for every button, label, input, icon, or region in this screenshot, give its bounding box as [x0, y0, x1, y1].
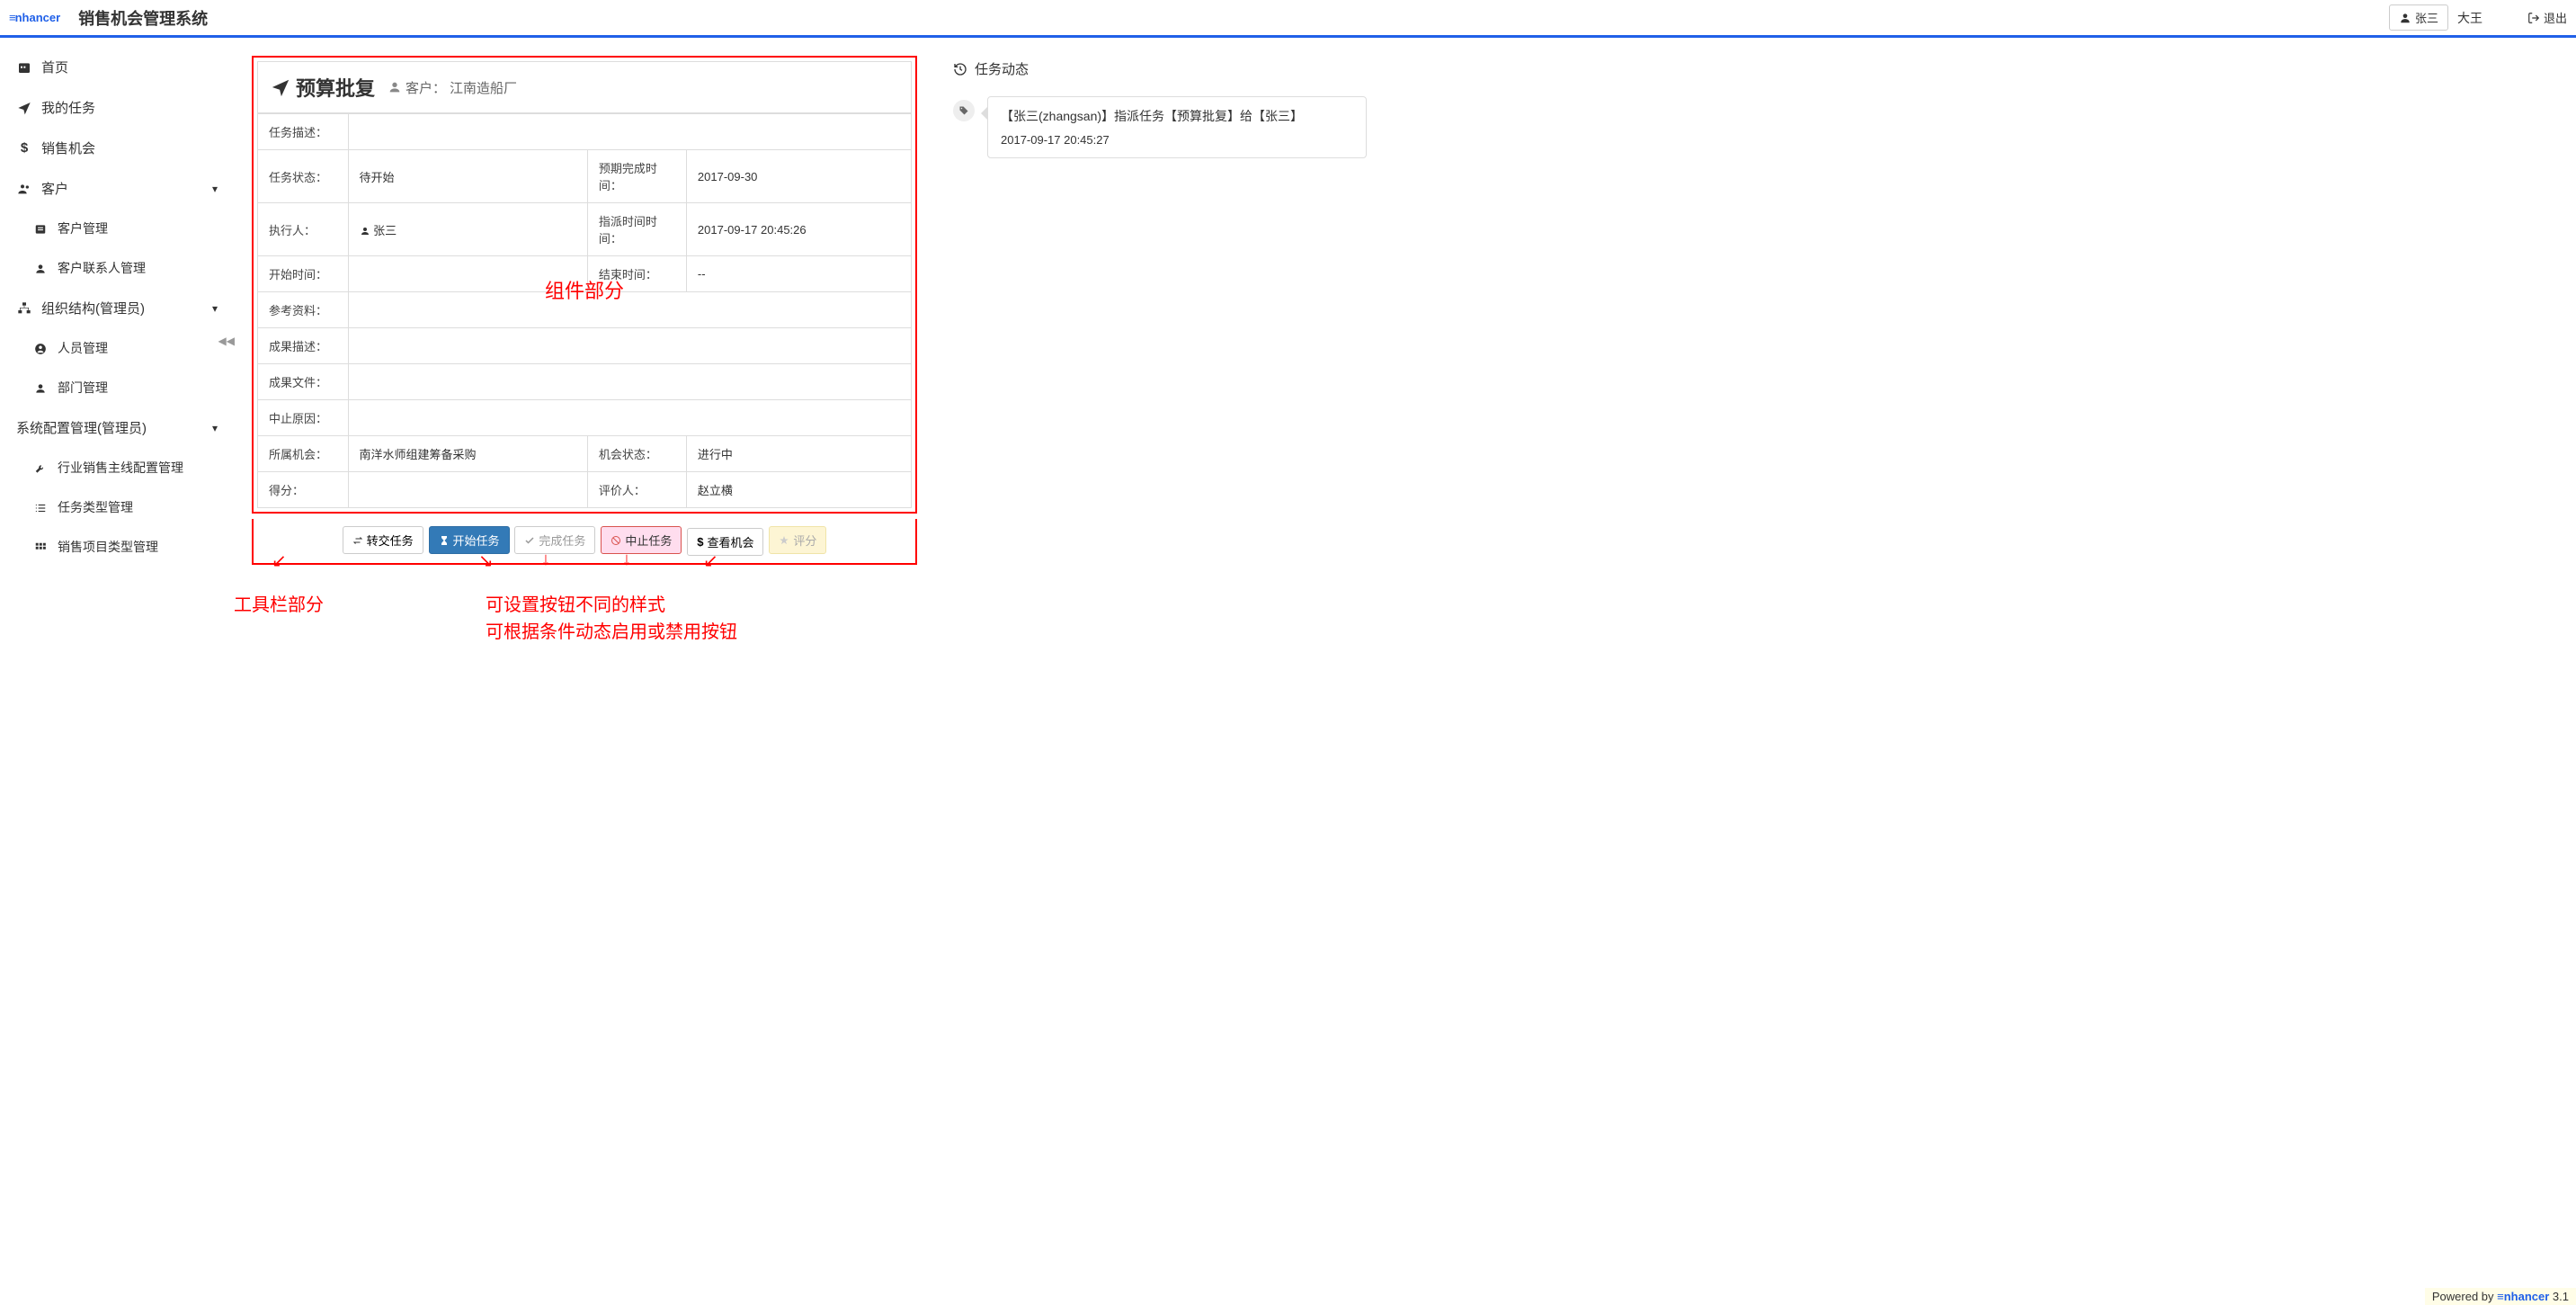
table-row: 得分：评价人：赵立横 [258, 472, 911, 508]
nav-project-type-mgmt[interactable]: 销售项目类型管理 [7, 527, 227, 567]
user-icon [34, 263, 47, 275]
app-logo: ≡nhancer [9, 11, 60, 24]
rate-button[interactable]: 评分 [769, 526, 826, 554]
table-row: 任务描述： [258, 114, 911, 150]
nav-dept-mgmt[interactable]: 部门管理 [7, 368, 227, 407]
wrench-icon [34, 462, 47, 475]
footer: Powered by ≡nhancer 3.1 [2425, 1288, 2576, 1305]
annotation-row: 工具栏部分 可设置按钮不同的样式 可根据条件动态启用或禁用按钮 [252, 592, 917, 646]
nav-sys-config[interactable]: 系统配置管理(管理员) [7, 407, 227, 448]
dollar-icon: $ [21, 140, 28, 156]
table-row: 成果文件： [258, 364, 911, 400]
list-icon [34, 223, 47, 236]
sidebar-collapse-handle[interactable]: ◀◀ [218, 335, 235, 347]
nav-staff-mgmt[interactable]: 人员管理 [7, 328, 227, 368]
user-icon [388, 80, 402, 94]
annotation-toolbar: 工具栏部分 [234, 592, 324, 646]
arrow-icon: ↙ [272, 550, 287, 572]
activity-text: 【张三(zhangsan)】指派任务【预算批复】给【张三】 [1001, 108, 1353, 126]
tasks-icon [34, 502, 47, 514]
nav-my-tasks[interactable]: 我的任务 [7, 87, 227, 128]
nav-sales-opp[interactable]: $销售机会 [7, 128, 227, 168]
tag-icon [953, 100, 975, 121]
ban-icon [611, 535, 621, 546]
grid-icon [34, 541, 47, 554]
system-title: 销售机会管理系统 [78, 6, 208, 30]
panel-title: 预算批复 [271, 73, 375, 102]
plane-icon [17, 101, 31, 115]
calendar-icon [17, 60, 31, 75]
toolbar: ↙ 转交任务 开始任务 完成任务 中止任务 $查看机会 评分 ↘ ↓ ↓ ↙ [252, 519, 917, 565]
chevron-down-icon [212, 420, 218, 435]
sidebar: 首页 我的任务 $销售机会 客户 客户管理 客户联系人管理 组织结构(管理员) … [0, 38, 234, 1285]
user-icon [34, 382, 47, 395]
user-menu-button[interactable]: 张三 [2389, 4, 2448, 31]
nav-sales-line-config[interactable]: 行业销售主线配置管理 [7, 448, 227, 487]
dollar-icon: $ [697, 535, 703, 549]
user-circle-icon [34, 343, 47, 355]
complete-task-button[interactable]: 完成任务 [514, 526, 595, 554]
activity-time: 2017-09-17 20:45:27 [1001, 133, 1353, 147]
chevron-down-icon [212, 181, 218, 196]
check-icon [524, 535, 535, 546]
annotation-buttons: 可设置按钮不同的样式 可根据条件动态启用或禁用按钮 [486, 592, 737, 646]
transfer-task-button[interactable]: 转交任务 [343, 526, 423, 554]
table-row: 任务状态：待开始预期完成时间：2017-09-30 [258, 150, 911, 203]
arrow-icon: ↙ [703, 550, 718, 572]
history-icon [953, 62, 967, 76]
table-row: 所属机会：南洋水师组建筹备采购机会状态：进行中 [258, 436, 911, 472]
users-icon [17, 182, 31, 196]
nav-task-type-mgmt[interactable]: 任务类型管理 [7, 487, 227, 527]
table-row: 成果描述： [258, 328, 911, 364]
user-icon [360, 226, 370, 237]
table-row: 执行人： 张三指派时间时间：2017-09-17 20:45:26 [258, 203, 911, 256]
detail-panel: 预算批复 客户：江南造船厂 任务描述： 任务状态：待开始预期完成时间：2017-… [252, 56, 917, 514]
table-row: 开始时间：结束时间：-- [258, 256, 911, 292]
exchange-icon [352, 535, 363, 546]
sitemap-icon [17, 301, 31, 316]
activity-title: 任务动态 [953, 56, 1367, 89]
star-icon [779, 535, 789, 546]
logout-button[interactable]: 退出 [2527, 9, 2567, 26]
nav-home[interactable]: 首页 [7, 47, 227, 87]
top-bar: ≡nhancer 销售机会管理系统 张三 大王 退出 [0, 0, 2576, 38]
view-opp-button[interactable]: $查看机会 [687, 528, 763, 556]
user-title: 大王 [2457, 9, 2482, 27]
nav-org[interactable]: 组织结构(管理员) [7, 288, 227, 328]
activity-item: 【张三(zhangsan)】指派任务【预算批复】给【张三】 2017-09-17… [953, 89, 1367, 165]
hourglass-icon [439, 535, 450, 546]
customer-info: 客户：江南造船厂 [388, 78, 517, 97]
arrow-icon: ↘ [478, 550, 494, 572]
plane-icon [271, 77, 290, 97]
abort-task-button[interactable]: 中止任务 [601, 526, 682, 554]
arrow-icon: ↓ [622, 550, 631, 570]
nav-customer-mgmt[interactable]: 客户管理 [7, 209, 227, 248]
chevron-down-icon [212, 300, 218, 316]
logout-icon [2527, 12, 2540, 24]
start-task-button[interactable]: 开始任务 [429, 526, 510, 554]
nav-contact-mgmt[interactable]: 客户联系人管理 [7, 248, 227, 288]
nav-customer[interactable]: 客户 [7, 168, 227, 209]
arrow-icon: ↓ [541, 550, 550, 570]
table-row: 中止原因： [258, 400, 911, 436]
user-icon [2399, 12, 2411, 24]
table-row: 参考资料： [258, 292, 911, 328]
